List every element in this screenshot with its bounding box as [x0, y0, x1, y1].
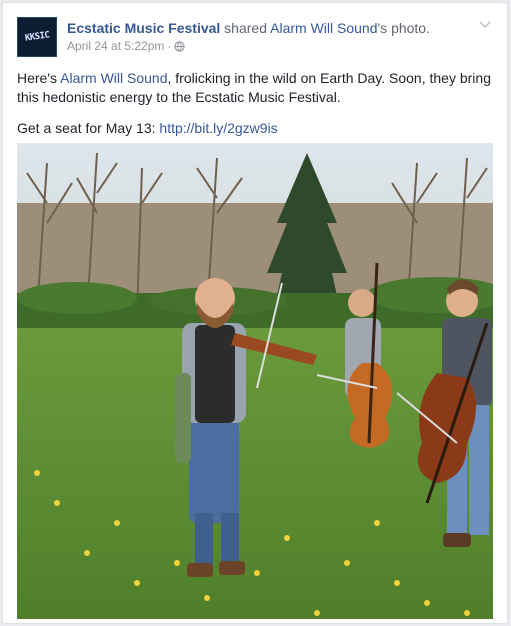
page-avatar[interactable]: KKSIC — [17, 17, 57, 57]
photo-suffix: 's photo. — [377, 20, 431, 36]
p1-prefix: Here's — [17, 70, 61, 86]
post-attribution: Ecstatic Music Festival shared Alarm Wil… — [67, 19, 469, 37]
avatar-logo-text: KKSIC — [24, 30, 50, 44]
post-header-text: Ecstatic Music Festival shared Alarm Wil… — [67, 19, 469, 53]
photo-musicians-in-field — [17, 143, 493, 619]
original-author-link[interactable]: Alarm Will Sound — [270, 20, 377, 36]
post-header: KKSIC Ecstatic Music Festival shared Ala… — [17, 15, 493, 61]
chevron-down-icon[interactable] — [477, 17, 493, 33]
globe-icon[interactable] — [174, 40, 186, 52]
p2-prefix: Get a seat for May 13: — [17, 120, 160, 136]
post-paragraph-2: Get a seat for May 13: http://bit.ly/2gz… — [17, 119, 493, 138]
meta-separator: · — [167, 39, 172, 53]
alarm-will-sound-link[interactable]: Alarm Will Sound — [60, 70, 167, 86]
post-paragraph-1: Here's Alarm Will Sound, frolicking in t… — [17, 69, 493, 107]
post-meta: April 24 at 5:22pm · — [67, 39, 469, 53]
post-photo[interactable] — [17, 143, 493, 619]
post-timestamp[interactable]: April 24 at 5:22pm — [67, 39, 164, 53]
ticket-link[interactable]: http://bit.ly/2gzw9is — [159, 120, 277, 136]
post-card: KKSIC Ecstatic Music Festival shared Ala… — [2, 2, 508, 624]
post-body: Here's Alarm Will Sound, frolicking in t… — [17, 69, 493, 150]
page-name-link[interactable]: Ecstatic Music Festival — [67, 20, 220, 36]
shared-text: shared — [220, 20, 271, 36]
